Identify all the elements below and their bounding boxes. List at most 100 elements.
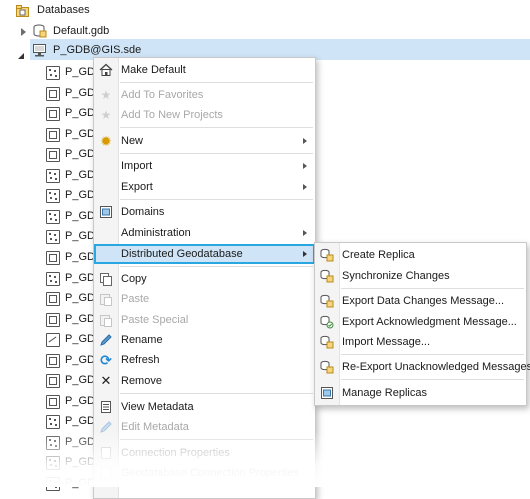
menu-item-label: Rename — [121, 334, 163, 346]
tree-item-feature-class[interactable]: P_GDB — [0, 247, 102, 267]
menu-item-administration[interactable]: Administration — [94, 223, 315, 243]
tree-item-feature-class[interactable]: P_GDB — [0, 144, 102, 164]
polygon-feature-class-icon — [46, 354, 60, 368]
tree-item-feature-class[interactable]: P_GDB — [0, 473, 102, 493]
submenu-arrow-icon — [303, 230, 307, 236]
domains-icon — [99, 205, 113, 219]
tree-item-feature-class[interactable]: P_GDB — [0, 206, 102, 226]
menu-item-paste-special[interactable]: Paste Special — [94, 310, 315, 330]
polygon-feature-class-icon — [46, 87, 60, 101]
menu-item-new[interactable]: ✹ New — [94, 131, 315, 151]
databases-label: Databases — [37, 4, 90, 16]
tree-item-default-gdb[interactable]: Default.gdb — [0, 21, 530, 41]
menu-item-distributed-geodatabase[interactable]: Distributed Geodatabase — [94, 244, 315, 264]
properties-icon — [99, 466, 113, 480]
refresh-icon: ⟳ — [100, 352, 112, 368]
menu-item-domains[interactable]: Domains — [94, 202, 315, 222]
paste-special-icon — [99, 313, 113, 327]
submenu-arrow-icon — [303, 138, 307, 144]
polygon-feature-class-icon — [46, 128, 60, 142]
menu-item-remove[interactable]: ✕ Remove — [94, 371, 315, 391]
tree-item-feature-class[interactable]: P_GDB — [0, 83, 102, 103]
menu-item-label: Connection Properties — [121, 447, 230, 459]
menu-item-label: Export — [121, 181, 153, 193]
distributed-geodatabase-submenu: Create Replica Synchronize Changes Expor… — [314, 242, 530, 406]
default-gdb-label: Default.gdb — [53, 25, 110, 37]
menu-item-rename[interactable]: Rename — [94, 330, 315, 350]
polygon-feature-class-icon — [46, 395, 60, 409]
tree-item-feature-class[interactable]: P_GDB — [0, 103, 102, 123]
menu-item-reexport-unacknowledged[interactable]: Re-Export Unacknowledged Messages... — [315, 357, 530, 377]
tree-item-feature-class[interactable]: P_GDB — [0, 165, 102, 185]
menu-item-label: Add To New Projects — [121, 109, 223, 121]
star-icon: ★ — [100, 88, 112, 102]
menu-item-view-metadata[interactable]: View Metadata — [94, 397, 315, 417]
menu-item-label: Geodatabase Connection Properties — [121, 467, 299, 479]
menu-item-label: Create Replica — [342, 249, 415, 261]
tree-item-feature-class[interactable]: P_GDB — [0, 411, 102, 431]
tree-item-feature-class[interactable]: P_GDB — [0, 452, 102, 472]
collapse-chevron-icon[interactable] — [18, 47, 25, 59]
menu-item-add-to-new-projects[interactable]: ★ Add To New Projects — [94, 105, 315, 125]
edit-pencil-icon — [99, 420, 113, 434]
menu-item-label: Administration — [121, 227, 191, 239]
tree-item-feature-class[interactable]: P_GDB — [0, 288, 102, 308]
tree-item-feature-class[interactable]: P_GDB — [0, 432, 102, 452]
import-message-icon — [320, 335, 334, 349]
tree-item-feature-class[interactable]: P_GDB — [0, 226, 102, 246]
menu-item-export[interactable]: Export — [94, 177, 315, 197]
tree-item-feature-class[interactable]: P_GDB — [0, 391, 102, 411]
point-feature-class-icon — [46, 436, 60, 450]
point-feature-class-icon — [46, 169, 60, 183]
menu-item-synchronize-changes[interactable]: Synchronize Changes — [315, 266, 526, 286]
tree-item-feature-class[interactable]: P_GDB — [0, 268, 102, 288]
tree-item-databases[interactable]: Databases — [0, 0, 530, 20]
metadata-document-icon — [99, 400, 113, 414]
menu-item-import[interactable]: Import — [94, 156, 315, 176]
tree-item-feature-class[interactable]: P_GDB — [0, 350, 102, 370]
menu-item-import-message[interactable]: Import Message... — [315, 332, 526, 352]
menu-item-add-to-favorites[interactable]: ★ Add To Favorites — [94, 85, 315, 105]
menu-item-make-default[interactable]: Make Default — [94, 60, 315, 80]
menu-item-edit-metadata[interactable]: Edit Metadata — [94, 417, 315, 437]
menu-item-label: Domains — [121, 206, 165, 218]
create-replica-icon — [320, 248, 334, 262]
menu-separator — [120, 439, 313, 440]
menu-item-label: Add To Favorites — [121, 89, 204, 101]
tree-item-feature-class[interactable]: P_GDB — [0, 62, 102, 82]
menu-item-label: Manage Replicas — [342, 387, 427, 399]
menu-item-partially-hidden[interactable]: Geodatabase Connection Properties — [94, 463, 315, 483]
properties-icon — [99, 446, 113, 460]
menu-item-manage-replicas[interactable]: Manage Replicas — [315, 383, 526, 403]
menu-item-label: Export Acknowledgment Message... — [342, 316, 517, 328]
expand-chevron-icon[interactable] — [21, 28, 26, 36]
reexport-message-icon — [320, 360, 334, 374]
tree-item-feature-class[interactable]: P_GDB — [0, 329, 102, 349]
tree-item-feature-class[interactable]: P_GDB — [0, 185, 102, 205]
context-menu: Make Default ★ Add To Favorites ★ Add To… — [93, 57, 316, 499]
menu-item-export-acknowledgment[interactable]: Export Acknowledgment Message... — [315, 312, 526, 332]
file-geodatabase-icon — [33, 24, 47, 38]
point-feature-class-icon — [46, 210, 60, 224]
menu-item-copy[interactable]: Copy — [94, 269, 315, 289]
tree-item-feature-class[interactable]: P_GDB — [0, 370, 102, 390]
menu-item-label: Copy — [121, 273, 147, 285]
menu-item-refresh[interactable]: ⟳ Refresh — [94, 350, 315, 370]
polygon-feature-class-icon — [46, 292, 60, 306]
menu-separator — [341, 288, 524, 289]
menu-separator — [341, 354, 524, 355]
menu-item-paste[interactable]: Paste — [94, 289, 315, 309]
menu-item-label: View Metadata — [121, 401, 194, 413]
export-acknowledgment-icon — [320, 315, 334, 329]
menu-item-label: New — [121, 135, 144, 147]
tree-item-feature-class[interactable]: P_GDB — [0, 124, 102, 144]
point-feature-class-icon — [46, 189, 60, 203]
menu-item-create-replica[interactable]: Create Replica — [315, 245, 526, 265]
database-connection-icon — [32, 43, 47, 58]
star-plus-icon: ★ — [100, 108, 112, 122]
menu-item-export-data-changes[interactable]: Export Data Changes Message... — [315, 291, 526, 311]
menu-item-label: Remove — [121, 375, 162, 387]
menu-item-connection-properties[interactable]: Connection Properties — [94, 443, 315, 463]
tree-item-feature-class[interactable]: P_GDB — [0, 309, 102, 329]
point-feature-class-icon — [46, 415, 60, 429]
